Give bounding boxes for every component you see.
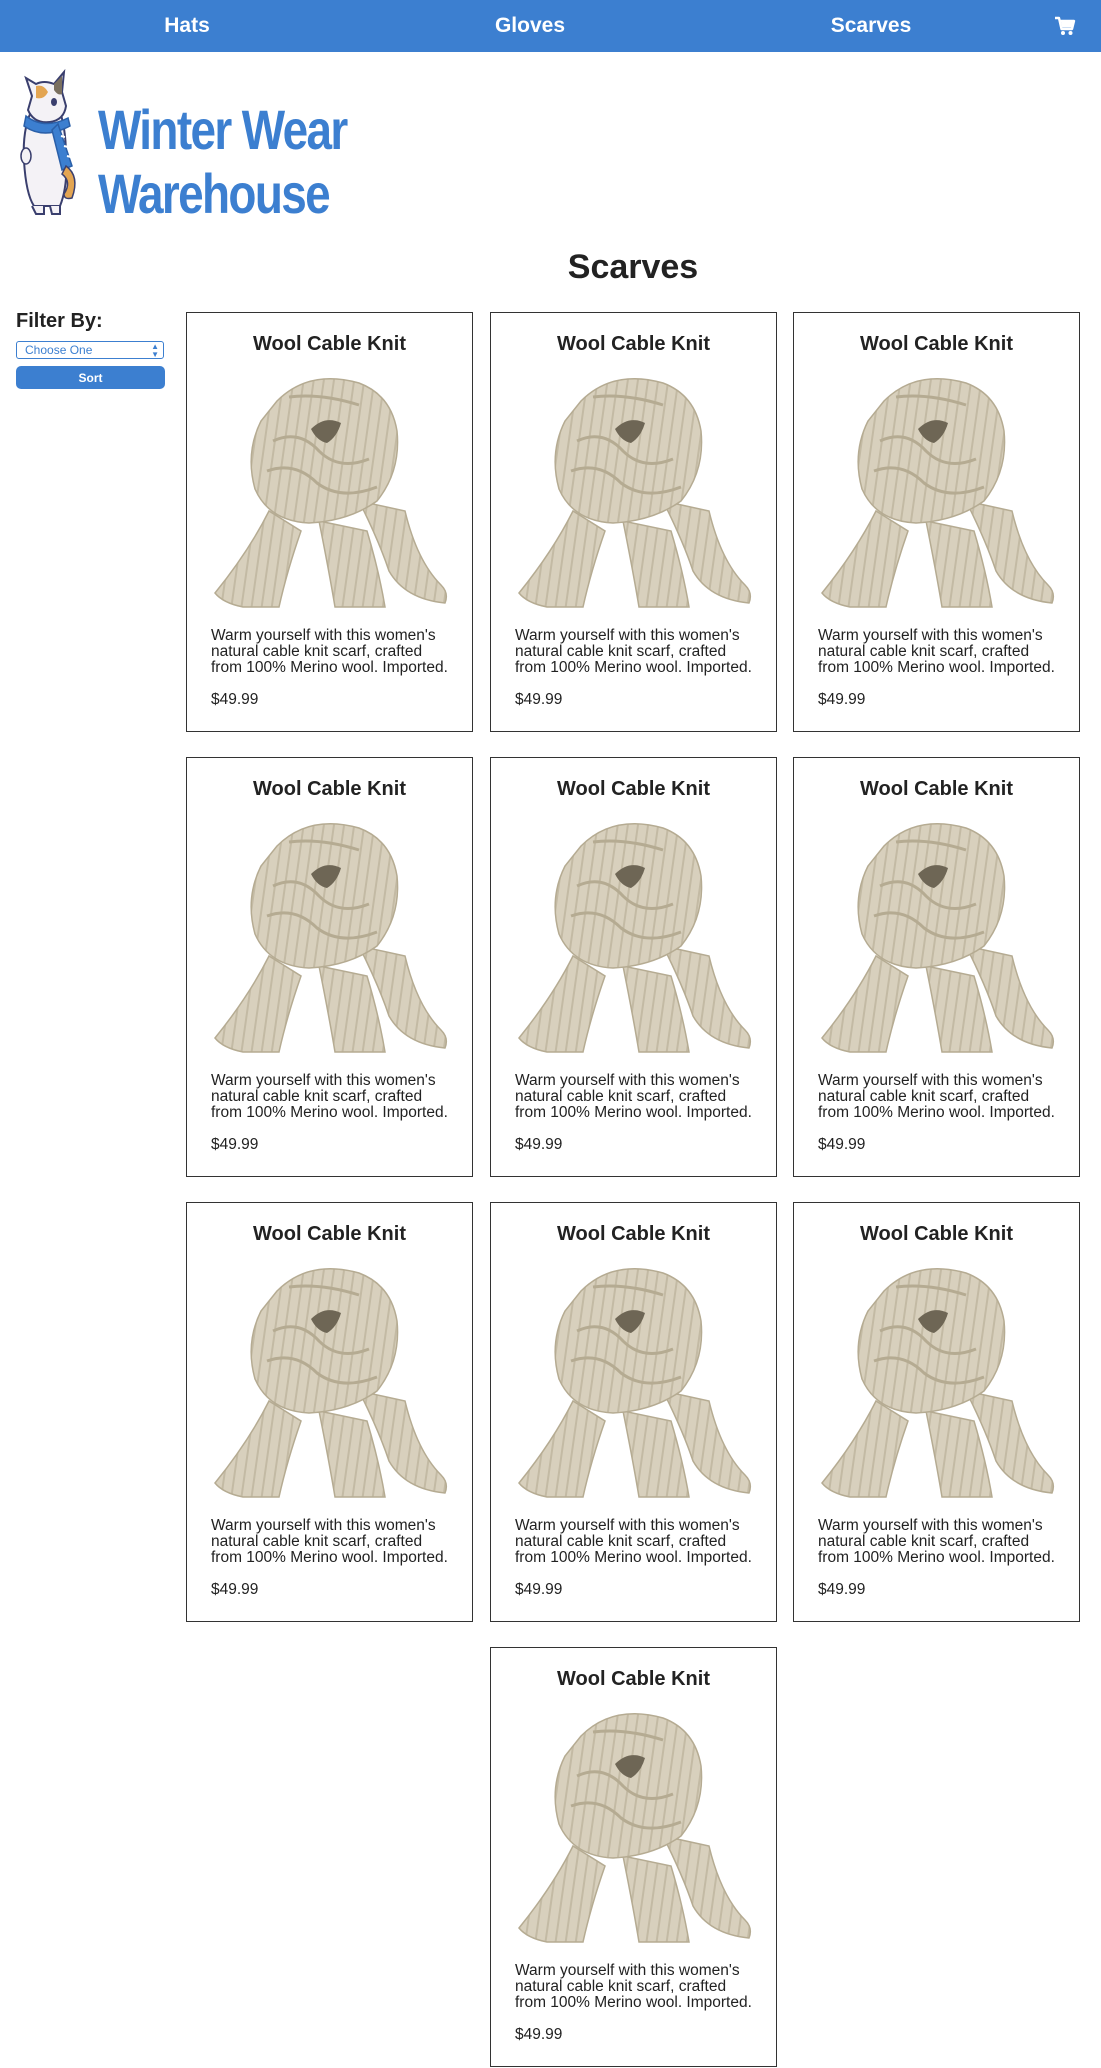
product-title: Wool Cable Knit xyxy=(253,778,406,800)
scarf-image xyxy=(513,371,758,613)
product-title: Wool Cable Knit xyxy=(860,1223,1013,1245)
top-nav: Hats Gloves Scarves xyxy=(0,0,1101,52)
product-card[interactable]: Wool Cable Knit Warm yourself with this … xyxy=(490,1202,777,1622)
product-card[interactable]: Wool Cable Knit Warm yourself with this … xyxy=(186,757,473,1177)
product-card[interactable]: Wool Cable Knit Warm yourself with this … xyxy=(793,312,1080,732)
product-description: Warm yourself with this women's natural … xyxy=(818,1517,1055,1566)
product-description: Warm yourself with this women's natural … xyxy=(211,627,448,676)
product-description: Warm yourself with this women's natural … xyxy=(515,1962,752,2011)
product-price: $49.99 xyxy=(515,691,563,708)
product-description: Warm yourself with this women's natural … xyxy=(818,1072,1055,1121)
product-description: Warm yourself with this women's natural … xyxy=(211,1072,448,1121)
product-card[interactable]: Wool Cable Knit Warm yourself with this … xyxy=(186,1202,473,1622)
product-price: $49.99 xyxy=(211,1581,259,1598)
product-card[interactable]: Wool Cable Knit Warm yourself with this … xyxy=(490,312,777,732)
product-price: $49.99 xyxy=(818,1136,866,1153)
product-title: Wool Cable Knit xyxy=(253,333,406,355)
scarf-image xyxy=(816,1261,1061,1503)
product-card[interactable]: Wool Cable Knit Warm yourself with this … xyxy=(490,1647,777,2067)
product-description: Warm yourself with this women's natural … xyxy=(818,627,1055,676)
product-description: Warm yourself with this women's natural … xyxy=(515,627,752,676)
scarf-image xyxy=(513,1706,758,1948)
product-price: $49.99 xyxy=(515,2026,563,2043)
scarf-image xyxy=(816,816,1061,1058)
product-description: Warm yourself with this women's natural … xyxy=(211,1517,448,1566)
scarf-image xyxy=(209,816,454,1058)
logo-text-line1: Winter Wear xyxy=(98,98,348,161)
scarf-image xyxy=(209,371,454,613)
scarf-image xyxy=(513,816,758,1058)
product-card[interactable]: Wool Cable Knit Warm yourself with this … xyxy=(793,757,1080,1177)
product-price: $49.99 xyxy=(818,1581,866,1598)
scarf-image xyxy=(816,371,1061,613)
product-card[interactable]: Wool Cable Knit Warm yourself with this … xyxy=(793,1202,1080,1622)
product-title: Wool Cable Knit xyxy=(860,778,1013,800)
product-title: Wool Cable Knit xyxy=(557,333,710,355)
shopping-cart-icon[interactable] xyxy=(1054,15,1076,37)
site-logo[interactable]: Winter Wear Warehouse xyxy=(14,66,348,222)
nav-link-gloves[interactable]: Gloves xyxy=(495,0,565,52)
logo-text-line2: Warehouse xyxy=(98,162,331,225)
product-price: $49.99 xyxy=(818,691,866,708)
filter-label: Filter By: xyxy=(16,310,103,332)
product-description: Warm yourself with this women's natural … xyxy=(515,1072,752,1121)
product-price: $49.99 xyxy=(515,1136,563,1153)
select-arrows-icon: ▲ ▼ xyxy=(151,342,159,359)
filter-select-value: Choose One xyxy=(25,343,93,357)
product-price: $49.99 xyxy=(211,1136,259,1153)
product-title: Wool Cable Knit xyxy=(557,1223,710,1245)
cat-mascot-icon xyxy=(14,66,94,221)
nav-link-hats[interactable]: Hats xyxy=(164,0,210,52)
product-title: Wool Cable Knit xyxy=(253,1223,406,1245)
product-card[interactable]: Wool Cable Knit Warm yourself with this … xyxy=(490,757,777,1177)
scarf-image xyxy=(209,1261,454,1503)
nav-link-scarves[interactable]: Scarves xyxy=(831,0,912,52)
product-price: $49.99 xyxy=(515,1581,563,1598)
product-title: Wool Cable Knit xyxy=(557,778,710,800)
filter-select[interactable]: Choose One ▲ ▼ xyxy=(16,341,164,359)
scarf-image xyxy=(513,1261,758,1503)
page-title: Scarves xyxy=(567,248,699,286)
sort-button[interactable]: Sort xyxy=(16,366,165,389)
product-title: Wool Cable Knit xyxy=(557,1668,710,1690)
product-title: Wool Cable Knit xyxy=(860,333,1013,355)
product-price: $49.99 xyxy=(211,691,259,708)
product-description: Warm yourself with this women's natural … xyxy=(515,1517,752,1566)
product-card[interactable]: Wool Cable Knit Warm yourself with this … xyxy=(186,312,473,732)
